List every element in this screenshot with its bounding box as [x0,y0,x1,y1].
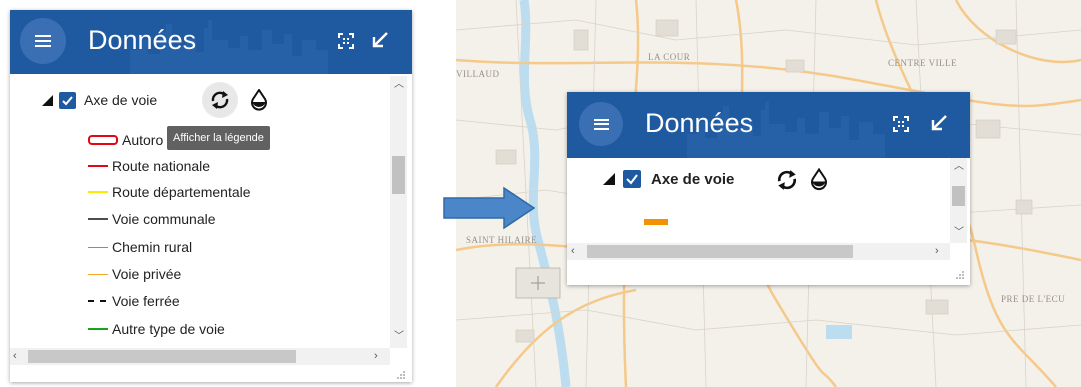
map-label: LA COUR [648,52,691,62]
legend-label: Autre type de voie [112,321,225,337]
scroll-down-icon[interactable]: ﹀ [954,228,964,238]
tooltip: Afficher la légende [167,126,270,150]
legend-swatch [88,273,108,275]
refresh-icon[interactable] [775,169,799,191]
map-label: SAINT HILAIRE [466,235,538,245]
horizontal-scrollbar[interactable]: ‹ › [10,348,390,365]
transition-arrow-icon [443,186,536,230]
opacity-icon[interactable] [810,168,828,191]
panel-header: Données [567,92,970,158]
data-panel-expanded: Données Axe de voie Autoro Route nationa… [10,10,412,382]
scroll-up-icon[interactable]: ︿ [954,162,964,172]
scroll-left-icon[interactable]: ‹ [13,351,17,362]
vertical-scrollbar[interactable]: ︿ ﹀ [950,158,967,243]
horizontal-scrollbar[interactable]: ‹ › [567,243,950,260]
layer-row: Axe de voie [603,168,734,190]
legend-swatch [88,191,108,193]
legend-label: Autoro [122,132,164,148]
expand-triangle-icon[interactable] [42,94,53,106]
legend-item-autre-type: Autre type de voie [88,321,225,337]
legend-swatch [88,300,108,302]
legend-item-voie-ferree: Voie ferrée [88,293,180,309]
collapse-arrow-icon[interactable] [929,113,949,133]
resize-handle-icon[interactable] [396,370,406,380]
map-label: PRE DE L'ECU [1001,294,1066,304]
scrollbar-thumb[interactable] [392,156,405,194]
legend-label: Route nationale [112,158,211,174]
collapse-arrow-icon[interactable] [370,30,390,50]
legend-label: Route départementale [112,184,251,200]
scroll-up-icon[interactable]: ︿ [394,80,404,90]
menu-button[interactable] [579,102,623,146]
legend-swatch [88,218,108,220]
legend-item-voie-privee: Voie privée [88,266,181,282]
legend-swatch [88,246,108,248]
map-label: VILLAUD [456,69,500,79]
scroll-right-icon[interactable]: › [935,246,939,257]
scrollbar-thumb[interactable] [28,350,296,363]
layer-checkbox[interactable] [623,170,641,188]
scroll-down-icon[interactable]: ﹀ [394,332,404,342]
vertical-scrollbar[interactable]: ︿ ﹀ [390,76,407,348]
refresh-icon [211,91,229,109]
legend-swatch [88,165,108,167]
legend-item-chemin-rural: Chemin rural [88,239,192,255]
legend-swatch [88,135,118,145]
fullscreen-icon[interactable] [891,114,911,134]
legend-label: Chemin rural [112,239,193,255]
opacity-icon[interactable] [250,89,268,111]
panel-header: Données [10,10,412,74]
resize-handle-icon[interactable] [955,270,965,280]
panel-title: Données [645,108,754,138]
scroll-left-icon[interactable]: ‹ [571,246,575,257]
legend-label: Voie ferrée [112,293,180,309]
scrollbar-thumb[interactable] [587,245,853,258]
legend-swatch [88,328,108,330]
legend-label: Voie privée [112,266,182,282]
data-panel-collapsed: Données Axe de voie ︿ ﹀ ‹ › [567,92,970,285]
legend-swatch [644,219,668,225]
panel-title: Données [88,25,197,55]
expand-triangle-icon[interactable] [603,173,615,185]
legend-item-voie-communale: Voie communale [88,211,216,227]
layer-name: Axe de voie [84,92,158,108]
fullscreen-icon[interactable] [336,31,356,51]
layer-name: Axe de voie [651,170,735,188]
scrollbar-thumb[interactable] [952,186,965,206]
scroll-right-icon[interactable]: › [374,351,378,362]
show-legend-button[interactable] [202,82,238,118]
layer-checkbox[interactable] [59,91,76,109]
map-label: CENTRE VILLE [888,58,958,68]
legend-item-route-departementale: Route départementale [88,184,251,200]
layer-row: Axe de voie [42,90,157,110]
menu-button[interactable] [20,18,66,64]
legend-label: Voie communale [112,211,216,227]
legend-item-route-nationale: Route nationale [88,158,210,174]
legend-item-autoroute: Autoro [88,132,163,148]
